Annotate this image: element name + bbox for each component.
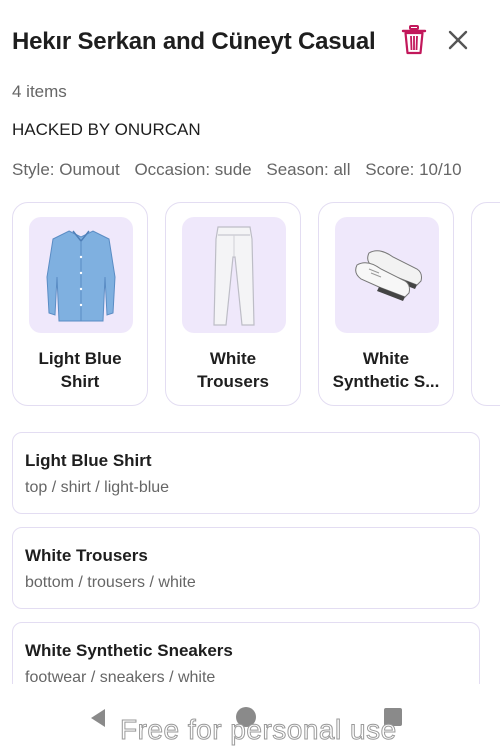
outfit-description: HACKED BY ONURCAN — [12, 120, 201, 139]
item-card[interactable]: Light Blue Shirt — [12, 202, 148, 406]
item-card[interactable]: White Synthetic S... — [318, 202, 454, 406]
list-item-name: White Trousers — [25, 546, 148, 565]
item-list[interactable]: Light Blue Shirt top / shirt / light-blu… — [12, 432, 480, 684]
sneakers-image — [335, 217, 439, 333]
shirt-image — [29, 217, 133, 333]
list-item[interactable]: Light Blue Shirt top / shirt / light-blu… — [12, 432, 480, 514]
header: Hekır Serkan and Cüneyt Casual — [12, 22, 484, 62]
list-item-path: footwear / sneakers / white — [25, 669, 216, 684]
close-icon[interactable] — [444, 26, 472, 54]
list-item-name: White Synthetic Sneakers — [25, 641, 233, 660]
item-card[interactable]: White Trousers — [165, 202, 301, 406]
list-item-path: top / shirt / light-blue — [25, 479, 170, 496]
season-label: Season: all — [266, 160, 351, 179]
back-triangle-icon[interactable] — [88, 707, 108, 729]
score-label: Score: 10/10 — [365, 160, 462, 179]
style-label: Style: Oumout — [12, 160, 120, 179]
trousers-image — [182, 217, 286, 333]
outfit-title: Hekır Serkan and Cüneyt Casual — [12, 28, 376, 55]
trash-icon[interactable] — [400, 24, 428, 56]
items-count: 4 items — [12, 82, 67, 101]
item-card-partial[interactable] — [471, 202, 500, 406]
list-item-path: bottom / trousers / white — [25, 574, 196, 591]
watermark: Free for personal use — [120, 714, 397, 746]
system-navbar: Free for personal use — [0, 690, 500, 750]
outfit-meta: Style: Oumout Occasion: sude Season: all… — [12, 160, 472, 180]
item-carousel[interactable]: Light Blue Shirt White Trousers White Sy… — [12, 202, 500, 410]
list-item[interactable]: White Synthetic Sneakers footwear / snea… — [12, 622, 480, 684]
occasion-label: Occasion: sude — [134, 160, 252, 179]
list-item-name: Light Blue Shirt — [25, 451, 152, 470]
list-item[interactable]: White Trousers bottom / trousers / white — [12, 527, 480, 609]
item-card-label: White Synthetic S... — [332, 349, 440, 391]
item-card-label: Light Blue Shirt — [38, 349, 122, 391]
item-card-label: White Trousers — [197, 349, 269, 391]
